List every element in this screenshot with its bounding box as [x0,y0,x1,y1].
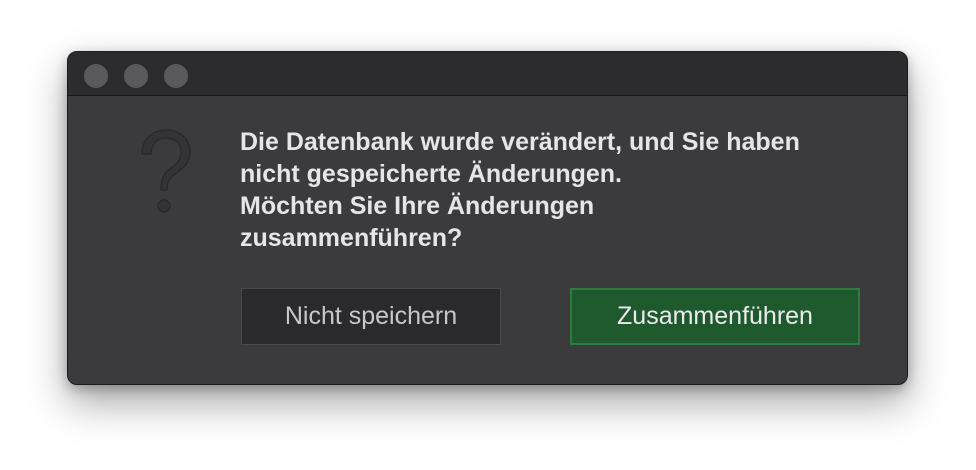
minimize-window-button[interactable] [124,64,148,88]
merge-dialog-window: Die Datenbank wurde verändert, und Sie h… [67,51,908,385]
title-bar[interactable] [68,52,907,96]
merge-button[interactable]: Zusammenführen [570,288,860,345]
question-mark-icon [141,129,191,213]
dialog-message: Die Datenbank wurde verändert, und Sie h… [240,128,800,252]
screen-background: Die Datenbank wurde verändert, und Sie h… [0,0,976,470]
dont-save-button[interactable]: Nicht speichern [241,288,501,345]
close-window-button[interactable] [84,64,108,88]
zoom-window-button[interactable] [164,64,188,88]
